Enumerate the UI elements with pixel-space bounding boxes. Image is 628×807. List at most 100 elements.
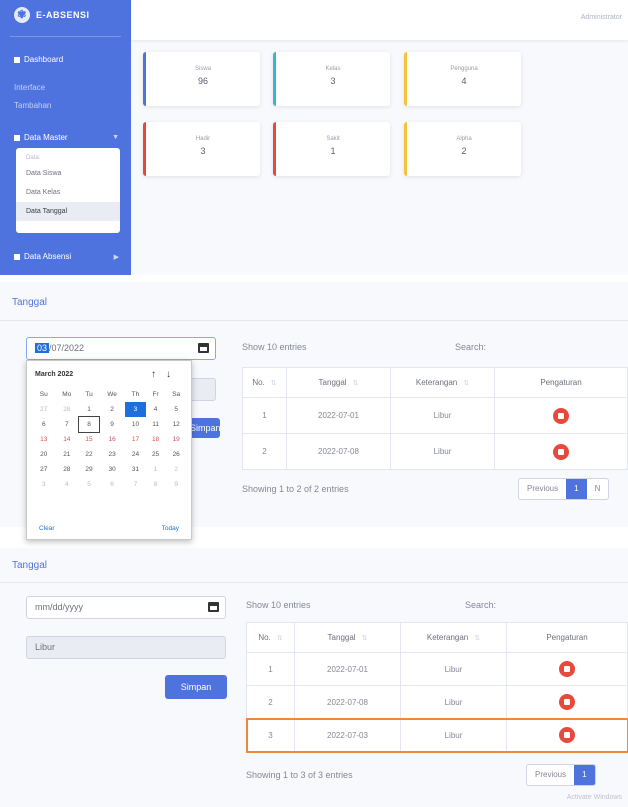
- delete-icon[interactable]: [553, 443, 569, 460]
- col-tanggal[interactable]: Tanggal ⇅: [294, 622, 401, 653]
- cell-keterangan: Libur: [400, 718, 507, 752]
- picker-day[interactable]: 18: [146, 432, 166, 447]
- picker-day[interactable]: 14: [55, 432, 80, 447]
- col-keterangan[interactable]: Keterangan ⇅: [390, 367, 495, 398]
- picker-day[interactable]: 7: [55, 417, 80, 432]
- table-info: Showing 1 to 2 of 2 entries: [242, 484, 349, 494]
- weekday: Sa: [172, 391, 181, 398]
- prev-button[interactable]: Previous: [519, 479, 566, 499]
- picker-day[interactable]: 6: [99, 477, 125, 492]
- picker-day[interactable]: 21: [55, 447, 80, 462]
- picker-day[interactable]: 31: [125, 462, 146, 477]
- picker-clear-button[interactable]: Clear: [39, 525, 55, 532]
- sort-icon: ⇅: [474, 635, 481, 642]
- picker-day[interactable]: 2: [165, 462, 187, 477]
- sidebar-item-data-absensi[interactable]: Data Absensi: [14, 252, 71, 261]
- picker-day[interactable]: 30: [99, 462, 125, 477]
- picker-day-today[interactable]: 8: [78, 416, 101, 433]
- prev-button[interactable]: Previous: [527, 765, 574, 785]
- col-pengaturan[interactable]: Pengaturan: [506, 622, 628, 653]
- cell-no: 2: [246, 685, 295, 719]
- picker-day[interactable]: 29: [79, 462, 99, 477]
- sidebar-brand[interactable]: ✾ E-ABSENSI: [14, 7, 90, 23]
- page-1-button[interactable]: 1: [574, 765, 595, 785]
- picker-day[interactable]: 1: [79, 402, 99, 417]
- picker-day[interactable]: 13: [33, 432, 55, 447]
- picker-day[interactable]: 1: [146, 462, 166, 477]
- entries-length[interactable]: Show 10 entries: [242, 342, 307, 352]
- topbar: Administrator: [131, 0, 628, 40]
- calendar-icon[interactable]: [208, 602, 219, 612]
- header-label: Tanggal: [327, 633, 356, 642]
- tanggal-table: No. ⇅ Tanggal ⇅ Keterangan ⇅ Pengaturan 1 2…: [242, 367, 628, 470]
- picker-day[interactable]: 25: [146, 447, 166, 462]
- col-pengaturan[interactable]: Pengaturan: [494, 367, 628, 398]
- user-name[interactable]: Administrator: [581, 14, 622, 21]
- delete-icon[interactable]: [559, 727, 575, 743]
- panel-divider: [0, 582, 628, 583]
- picker-day[interactable]: 23: [99, 447, 125, 462]
- keterangan-input[interactable]: Libur: [26, 636, 226, 659]
- delete-icon[interactable]: [559, 694, 575, 710]
- picker-day[interactable]: 4: [146, 402, 166, 417]
- col-no[interactable]: No. ⇅: [242, 367, 287, 398]
- picker-day[interactable]: 6: [33, 417, 55, 432]
- table-header-row: No. ⇅ Tanggal ⇅ Keterangan ⇅ Pengaturan: [242, 367, 628, 398]
- arrow-up-icon[interactable]: ↑: [151, 369, 166, 380]
- panel-title: Tanggal: [12, 560, 48, 571]
- search-label: Search:: [455, 342, 487, 352]
- next-button[interactable]: N: [587, 479, 609, 499]
- sidebar-item-data-master[interactable]: Data Master: [14, 133, 68, 142]
- page-1-button[interactable]: 1: [566, 479, 587, 499]
- picker-day-selected[interactable]: 3: [125, 402, 146, 417]
- picker-day[interactable]: 4: [55, 477, 80, 492]
- picker-day[interactable]: 22: [79, 447, 99, 462]
- delete-icon[interactable]: [559, 661, 575, 677]
- picker-day[interactable]: 19: [165, 432, 187, 447]
- col-keterangan[interactable]: Keterangan ⇅: [400, 622, 507, 653]
- picker-day[interactable]: 3: [33, 477, 55, 492]
- picker-month[interactable]: March 2022: [35, 371, 73, 378]
- picker-day[interactable]: 2: [99, 402, 125, 417]
- date-input[interactable]: mm/dd/yyyy: [26, 596, 226, 619]
- picker-today-button[interactable]: Today: [162, 525, 179, 532]
- cell-actions: [506, 718, 628, 752]
- picker-day[interactable]: 26: [165, 447, 187, 462]
- pagination: Previous 1: [526, 764, 596, 786]
- stat-label: Alpha: [456, 136, 472, 142]
- picker-day[interactable]: 24: [125, 447, 146, 462]
- header-label: Keterangan: [415, 378, 458, 387]
- calendar-icon[interactable]: [198, 343, 209, 353]
- picker-day[interactable]: 9: [99, 417, 125, 432]
- save-button[interactable]: Simpan: [165, 675, 227, 699]
- delete-icon[interactable]: [553, 407, 569, 424]
- picker-day[interactable]: 28: [55, 462, 80, 477]
- picker-day[interactable]: 7: [125, 477, 146, 492]
- col-no[interactable]: No. ⇅: [246, 622, 295, 653]
- picker-day[interactable]: 9: [165, 477, 187, 492]
- submenu-item-kelas[interactable]: Data Kelas: [16, 183, 120, 202]
- picker-day[interactable]: 17: [125, 432, 146, 447]
- picker-day[interactable]: 11: [146, 417, 166, 432]
- save-button[interactable]: Simpan: [190, 418, 221, 438]
- picker-day[interactable]: 12: [165, 417, 187, 432]
- picker-day[interactable]: 27: [33, 402, 55, 417]
- picker-day[interactable]: 5: [165, 402, 187, 417]
- arrow-down-icon[interactable]: ↓: [166, 369, 181, 380]
- date-input[interactable]: 03/07/2022: [26, 337, 216, 360]
- submenu-item-tanggal[interactable]: Data Tanggal: [16, 202, 120, 221]
- stat-value: 1: [330, 146, 336, 156]
- picker-day[interactable]: 28: [55, 402, 80, 417]
- submenu-item-siswa[interactable]: Data Siswa: [16, 164, 120, 183]
- picker-day[interactable]: 8: [146, 477, 166, 492]
- picker-day[interactable]: 15: [79, 432, 99, 447]
- stat-card-sakit: Sakit 1: [273, 122, 390, 176]
- picker-day[interactable]: 20: [33, 447, 55, 462]
- entries-length[interactable]: Show 10 entries: [246, 600, 311, 610]
- picker-day[interactable]: 5: [79, 477, 99, 492]
- picker-day[interactable]: 27: [33, 462, 55, 477]
- picker-day[interactable]: 10: [125, 417, 146, 432]
- picker-day[interactable]: 16: [99, 432, 125, 447]
- col-tanggal[interactable]: Tanggal ⇅: [286, 367, 391, 398]
- sidebar-item-dashboard[interactable]: Dashboard: [14, 55, 63, 64]
